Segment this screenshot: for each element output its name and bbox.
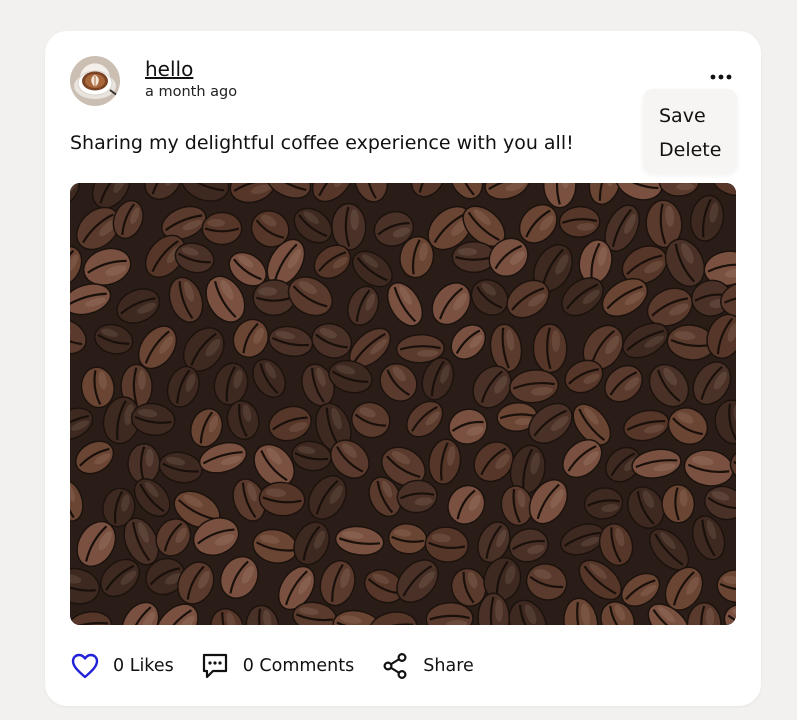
post-image[interactable] (70, 183, 736, 625)
like-button[interactable]: 0 Likes (70, 651, 174, 681)
author-name-link[interactable]: hello (145, 57, 193, 81)
comments-count-label: 0 Comments (242, 656, 355, 676)
comment-bubble-icon (200, 651, 230, 681)
post-options-menu: Save Delete (643, 89, 737, 173)
delete-menu-item[interactable]: Delete (659, 139, 721, 161)
coffee-beans-image (70, 183, 736, 625)
comment-button[interactable]: 0 Comments (200, 651, 355, 681)
post-actions-bar: 0 Likes 0 Comments Share (70, 650, 500, 682)
more-horizontal-icon (710, 74, 732, 80)
save-menu-item[interactable]: Save (659, 105, 706, 127)
heart-outline-icon (70, 651, 100, 681)
likes-count-label: 0 Likes (113, 656, 174, 676)
more-options-button[interactable] (706, 66, 736, 88)
share-button[interactable]: Share (380, 651, 474, 681)
share-icon (380, 651, 410, 681)
post-card: hello a month ago Save Delete Sharing my… (45, 31, 761, 706)
avatar[interactable] (70, 56, 120, 106)
post-text: Sharing my delightful coffee experience … (70, 132, 574, 154)
share-label: Share (423, 656, 474, 676)
post-timestamp: a month ago (145, 84, 238, 100)
